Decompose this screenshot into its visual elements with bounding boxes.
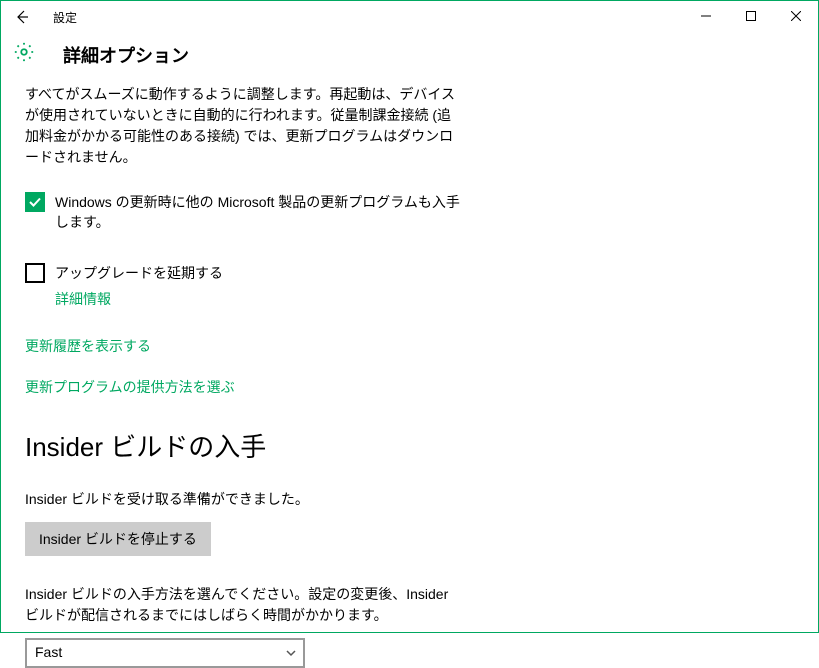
intro-text: すべてがスムーズに動作するように調整します。再起動は、デバイスが使用されていない… bbox=[25, 84, 465, 168]
window-title: 設定 bbox=[53, 9, 77, 26]
delivery-method-link[interactable]: 更新プログラムの提供方法を選ぶ bbox=[25, 377, 235, 398]
minimize-button[interactable] bbox=[683, 1, 728, 31]
stop-insider-button[interactable]: Insider ビルドを停止する bbox=[25, 522, 211, 556]
page-header: 詳細オプション bbox=[1, 33, 818, 84]
chevron-down-icon bbox=[285, 647, 297, 659]
insider-section-title: Insider ビルドの入手 bbox=[25, 428, 794, 467]
titlebar: 設定 bbox=[1, 1, 818, 33]
minimize-icon bbox=[701, 11, 711, 21]
maximize-button[interactable] bbox=[728, 1, 773, 31]
checkbox-ms-products: Windows の更新時に他の Microsoft 製品の更新プログラムも入手し… bbox=[25, 192, 794, 233]
insider-status-text: Insider ビルドを受け取る準備ができました。 bbox=[25, 489, 794, 510]
checkbox-ms-products-label: Windows の更新時に他の Microsoft 製品の更新プログラムも入手し… bbox=[55, 192, 465, 233]
close-icon bbox=[791, 11, 801, 21]
checkmark-icon bbox=[28, 195, 42, 209]
gear-icon bbox=[13, 41, 35, 68]
maximize-icon bbox=[746, 11, 756, 21]
window-controls bbox=[683, 1, 818, 31]
checkbox-ms-products-box[interactable] bbox=[25, 192, 45, 212]
insider-method-text: Insider ビルドの入手方法を選んでください。設定の変更後、Insider … bbox=[25, 584, 465, 626]
back-arrow-icon bbox=[14, 9, 30, 25]
checkbox-defer-label: アップグレードを延期する bbox=[55, 263, 223, 283]
insider-ring-dropdown[interactable]: Fast bbox=[25, 638, 305, 668]
content-area: すべてがスムーズに動作するように調整します。再起動は、デバイスが使用されていない… bbox=[1, 84, 818, 668]
checkbox-defer-box[interactable] bbox=[25, 263, 45, 283]
defer-info-link[interactable]: 詳細情報 bbox=[55, 289, 111, 310]
page-title: 詳細オプション bbox=[63, 42, 189, 68]
close-button[interactable] bbox=[773, 1, 818, 31]
checkbox-defer: アップグレードを延期する bbox=[25, 263, 794, 283]
dropdown-selected-value: Fast bbox=[35, 642, 62, 663]
back-button[interactable] bbox=[1, 1, 43, 33]
update-history-link[interactable]: 更新履歴を表示する bbox=[25, 336, 151, 357]
